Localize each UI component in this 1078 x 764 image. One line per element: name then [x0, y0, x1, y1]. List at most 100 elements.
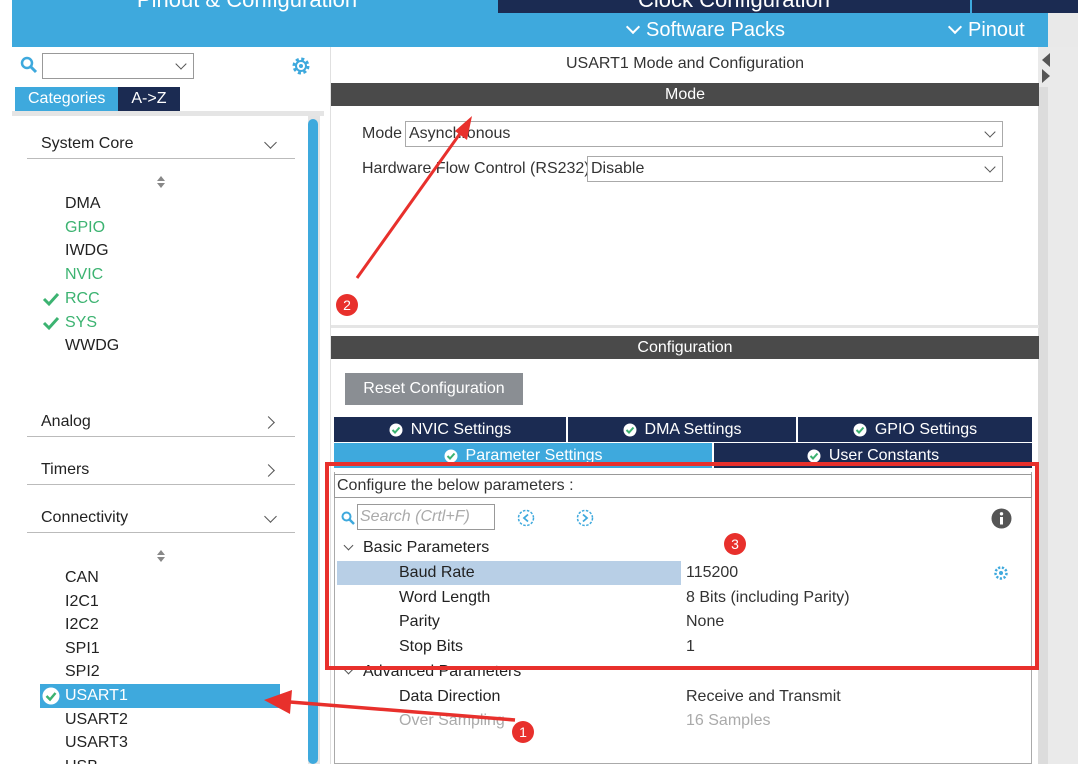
category-label: Timers	[41, 461, 90, 478]
peripheral-name: IWDG	[65, 242, 109, 260]
expand-right-icon[interactable]	[1042, 69, 1050, 83]
chevron-down-icon	[264, 510, 277, 523]
peripheral-item[interactable]: SPI2	[40, 660, 280, 684]
parameter-value[interactable]: 16 Samples	[686, 709, 771, 733]
software-packs-menu[interactable]: Software Packs	[625, 13, 785, 47]
peripheral-item[interactable]: USART1	[40, 684, 280, 708]
chevron-down-icon	[264, 136, 277, 149]
peripheral-name: I2C1	[65, 592, 99, 610]
peripheral-item[interactable]: I2C1	[40, 590, 280, 614]
annotation-badge-1: 1	[512, 721, 534, 743]
peripheral-item[interactable]: GPIO	[40, 216, 280, 240]
check-icon	[42, 292, 60, 306]
top-tab-bar: Pinout & Configuration Clock Configurati…	[12, 0, 1078, 13]
peripheral-name: GPIO	[65, 218, 106, 236]
peripheral-item[interactable]: NVIC	[40, 263, 280, 287]
annotation-badge-3: 3	[724, 533, 746, 555]
annotation-badge-2: 2	[336, 294, 358, 316]
category-label: Connectivity	[41, 509, 129, 526]
tab-nvic-settings[interactable]: NVIC Settings	[334, 417, 566, 442]
peripheral-item[interactable]: SYS	[40, 311, 280, 335]
peripheral-name: USART2	[65, 710, 128, 728]
tab-pinout-configuration[interactable]: Pinout & Configuration	[12, 0, 482, 13]
gear-icon[interactable]	[290, 55, 312, 77]
tab-clock-configuration[interactable]: Clock Configuration	[498, 0, 970, 13]
collapse-left-icon[interactable]	[1042, 53, 1050, 67]
check-circle-icon	[42, 687, 60, 705]
menu-bar: Software Packs Pinout	[12, 13, 1078, 47]
mode-select[interactable]: Asynchronous	[405, 121, 1003, 147]
tab-dma-settings[interactable]: DMA Settings	[568, 417, 796, 442]
peripheral-name: USART3	[65, 734, 128, 752]
peripheral-name: WWDG	[65, 337, 120, 355]
check-circle-icon	[807, 449, 821, 462]
peripheral-item[interactable]: USB	[40, 755, 280, 764]
software-packs-label: Software Packs	[646, 19, 785, 41]
peripheral-name: SPI2	[65, 663, 100, 681]
tab-label: NVIC Settings	[410, 420, 512, 438]
peripheral-item[interactable]: CAN	[40, 566, 280, 590]
check-circle-icon	[853, 423, 867, 436]
menu-bar-end	[1048, 13, 1078, 47]
sort-icon[interactable]	[155, 175, 167, 189]
right-edge-strip	[1038, 47, 1078, 764]
vertical-scrollbar[interactable]	[1038, 87, 1048, 764]
peripheral-item[interactable]: SPI1	[40, 637, 280, 661]
chevron-down-icon	[625, 19, 641, 35]
peripheral-name: CAN	[65, 569, 99, 586]
chevron-right-icon	[262, 464, 275, 477]
peripheral-item[interactable]: USART2	[40, 708, 280, 732]
peripheral-name: I2C2	[65, 616, 99, 634]
chevron-down-icon	[984, 161, 996, 173]
peripheral-item[interactable]: RCC	[40, 287, 280, 311]
search-combo[interactable]	[42, 53, 194, 79]
chevron-down-icon	[175, 58, 187, 70]
mode-section-header: Mode	[331, 83, 1039, 106]
pinout-label: Pinout	[968, 19, 1025, 41]
tab-clock-label: Clock Configuration	[498, 0, 970, 13]
parameter-value[interactable]: Receive and Transmit	[686, 685, 841, 709]
flow-control-select[interactable]: Disable	[587, 156, 1003, 182]
search-icon[interactable]	[20, 56, 38, 74]
category-label: System Core	[41, 135, 134, 152]
parameter-row[interactable]: Data Direction Receive and Transmit	[337, 685, 1027, 709]
tab-label: DMA Settings	[644, 420, 742, 438]
parameter-name: Data Direction	[399, 688, 501, 705]
tab-label: GPIO Settings	[874, 420, 978, 438]
flow-control-label: Hardware Flow Control (RS232)	[362, 160, 590, 177]
tab-underline	[12, 111, 324, 116]
panel-title: USART1 Mode and Configuration	[565, 55, 805, 72]
tab-gpio-settings[interactable]: GPIO Settings	[798, 417, 1032, 442]
peripheral-item[interactable]: IWDG	[40, 239, 280, 263]
category-analog[interactable]: Analog	[27, 407, 295, 437]
category-view-tabs: Categories A->Z	[15, 87, 180, 111]
tab-project-manager[interactable]	[972, 0, 1078, 13]
reset-configuration-button[interactable]: Reset Configuration	[345, 373, 523, 405]
tab-a-to-z[interactable]: A->Z	[118, 87, 180, 111]
check-circle-icon	[389, 423, 403, 436]
parameter-row[interactable]: Over Sampling 16 Samples	[337, 709, 1027, 733]
peripheral-item[interactable]: DMA	[40, 192, 280, 216]
peripheral-name: USART1	[65, 687, 128, 704]
category-system-core[interactable]: System Core	[27, 129, 295, 159]
peripheral-item[interactable]: WWDG	[40, 334, 280, 358]
mode-select-value: Asynchronous	[409, 125, 511, 142]
tab-categories[interactable]: Categories	[15, 87, 119, 111]
configuration-section-header: Configuration	[331, 336, 1039, 359]
peripheral-name: SYS	[65, 313, 98, 331]
category-panel: Categories A->Z System Core DMA GPIO IWDG N…	[12, 47, 324, 764]
peripheral-item[interactable]: USART3	[40, 731, 280, 755]
peripheral-item[interactable]: I2C2	[40, 613, 280, 637]
sort-icon[interactable]	[155, 549, 167, 563]
check-icon	[42, 316, 60, 330]
category-label: Analog	[41, 413, 91, 430]
peripheral-name: RCC	[65, 289, 100, 307]
chevron-down-icon	[947, 19, 963, 35]
chevron-down-icon	[984, 126, 996, 138]
section-divider	[331, 325, 1039, 328]
category-timers[interactable]: Timers	[27, 455, 295, 485]
peripheral-name: NVIC	[65, 266, 104, 284]
scrollbar-thumb[interactable]	[308, 119, 318, 764]
category-connectivity[interactable]: Connectivity	[27, 503, 295, 533]
pinout-menu[interactable]: Pinout	[947, 13, 1025, 47]
